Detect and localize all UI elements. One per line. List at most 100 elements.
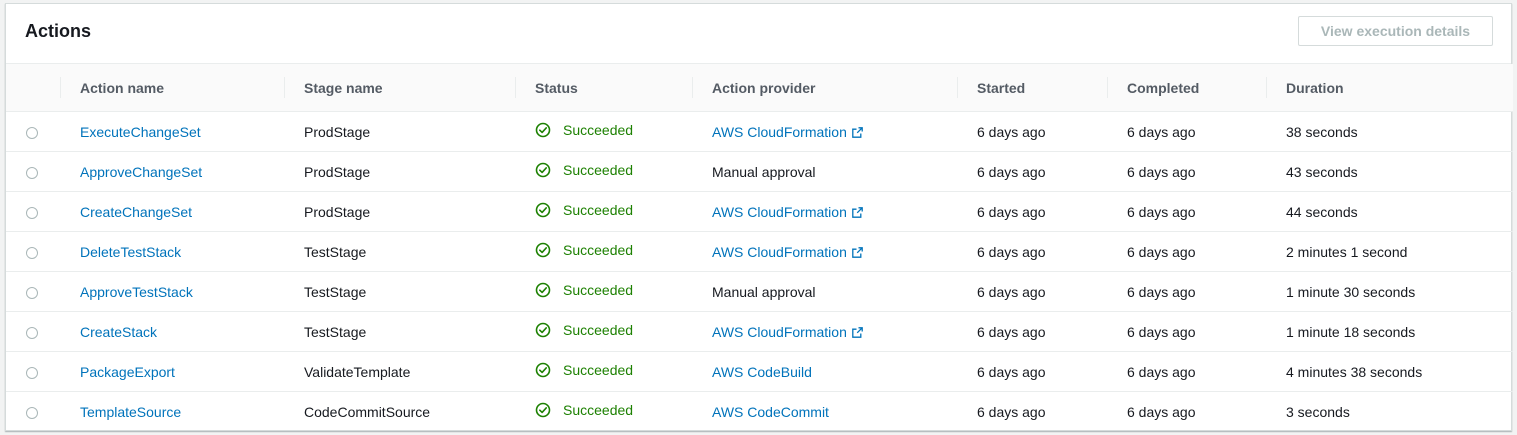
stage-name-cell: ValidateTemplate: [284, 351, 515, 392]
row-radio-button[interactable]: [25, 206, 38, 219]
row-radio-button[interactable]: [25, 406, 38, 419]
row-select-cell[interactable]: [6, 311, 60, 352]
row-radio-button[interactable]: [25, 166, 38, 179]
duration-cell: 44 seconds: [1266, 191, 1513, 232]
status-label: Succeeded: [563, 202, 634, 218]
status-label: Succeeded: [563, 122, 634, 138]
stage-name-cell: ProdStage: [284, 191, 515, 232]
status-indicator: Succeeded: [535, 322, 633, 338]
action-name-link[interactable]: ApproveChangeSet: [80, 164, 202, 180]
table-row[interactable]: ApproveChangeSet ProdStage Succeeded Manual…: [6, 151, 1513, 192]
row-select-cell[interactable]: [6, 271, 60, 312]
action-name-link[interactable]: ApproveTestStack: [80, 284, 193, 300]
row-select-cell[interactable]: [6, 191, 60, 232]
action-provider-text: Manual approval: [712, 163, 816, 180]
external-link-icon: [847, 244, 863, 260]
status-indicator: Succeeded: [535, 242, 633, 258]
check-circle-icon: [535, 242, 557, 258]
status-indicator: Succeeded: [535, 282, 633, 298]
status-cell: Succeeded: [515, 191, 692, 232]
status-label: Succeeded: [563, 242, 634, 258]
duration-cell: 43 seconds: [1266, 151, 1513, 192]
external-link-icon: [847, 204, 863, 220]
action-name-link[interactable]: CreateChangeSet: [80, 204, 192, 220]
action-provider-link[interactable]: AWS CloudFormation: [712, 244, 863, 260]
stage-name-cell: TestStage: [284, 231, 515, 272]
row-radio-button[interactable]: [25, 326, 38, 339]
stage-name-cell: CodeCommitSource: [304, 403, 431, 420]
action-provider-link[interactable]: AWS CloudFormation: [712, 124, 863, 140]
started-cell: 6 days ago: [957, 271, 1107, 312]
table-row[interactable]: CreateStack TestStage Succeeded AWS CloudFo…: [6, 311, 1513, 352]
duration-cell: 2 minutes 1 second: [1266, 231, 1513, 272]
column-header-completed[interactable]: Completed: [1107, 64, 1266, 112]
table-row[interactable]: CreateChangeSet ProdStage Succeeded AWS Clo…: [6, 191, 1513, 232]
status-label: Succeeded: [563, 282, 634, 298]
column-header-duration[interactable]: Duration: [1266, 64, 1513, 112]
duration-cell: 4 minutes 38 seconds: [1266, 351, 1513, 392]
action-provider-cell: AWS CodeBuild: [692, 351, 957, 392]
table-row[interactable]: PackageExport ValidateTemplate Succeeded AW…: [6, 351, 1513, 392]
row-radio-button[interactable]: [25, 246, 38, 259]
status-cell: Succeeded: [515, 231, 692, 272]
row-select-cell[interactable]: [6, 111, 60, 152]
action-provider-link[interactable]: AWS CloudFormation: [712, 204, 863, 220]
action-provider-label: AWS CloudFormation: [712, 243, 847, 260]
row-radio-button[interactable]: [25, 286, 38, 299]
action-provider-link[interactable]: AWS CloudFormation: [712, 324, 863, 340]
completed-cell: 6 days ago: [1107, 231, 1266, 272]
started-cell: 6 days ago: [957, 351, 1107, 392]
action-provider-link[interactable]: AWS CodeCommit: [712, 404, 829, 420]
action-provider-cell: AWS CloudFormation: [692, 231, 957, 272]
action-provider-cell: AWS CloudFormation: [692, 191, 957, 232]
action-provider-label: AWS CodeCommit: [712, 403, 829, 420]
action-provider-text: Manual approval: [712, 283, 816, 300]
row-select-cell[interactable]: [6, 392, 60, 432]
check-circle-icon: [535, 162, 557, 178]
action-provider-cell: AWS CloudFormation: [692, 111, 957, 152]
action-name-link[interactable]: PackageExport: [80, 364, 175, 380]
action-name-link[interactable]: DeleteTestStack: [80, 244, 181, 260]
status-cell: Succeeded: [515, 151, 692, 192]
duration-cell: 38 seconds: [1266, 111, 1513, 152]
column-header-action-provider[interactable]: Action provider: [692, 64, 957, 112]
column-header-stage-name[interactable]: Stage name: [284, 64, 515, 112]
actions-table: Action name Stage name Status Action pro…: [6, 64, 1513, 431]
completed-cell: 6 days ago: [1107, 311, 1266, 352]
action-name-link[interactable]: ExecuteChangeSet: [80, 124, 201, 140]
table-row[interactable]: ApproveTestStack TestStage Succeeded Manual…: [6, 271, 1513, 312]
check-circle-icon: [535, 122, 557, 138]
row-select-cell[interactable]: [6, 351, 60, 392]
row-select-cell[interactable]: [6, 151, 60, 192]
stage-name-cell: ProdStage: [284, 151, 515, 192]
completed-cell: 6 days ago: [1107, 271, 1266, 312]
column-header-started[interactable]: Started: [957, 64, 1107, 112]
column-header-status[interactable]: Status: [515, 64, 692, 112]
action-provider-label: AWS CloudFormation: [712, 203, 847, 220]
action-provider-cell: Manual approval: [692, 271, 957, 312]
action-provider-label: AWS CloudFormation: [712, 323, 847, 340]
status-indicator: Succeeded: [535, 122, 633, 138]
column-header-action-name[interactable]: Action name: [60, 64, 284, 112]
status-cell: Succeeded: [515, 271, 692, 312]
action-provider-label: AWS CodeBuild: [712, 363, 812, 380]
completed-cell: 6 days ago: [1107, 351, 1266, 392]
action-provider-link[interactable]: AWS CodeBuild: [712, 364, 812, 380]
row-radio-button[interactable]: [25, 366, 38, 379]
stage-name-cell: TestStage: [284, 271, 515, 312]
action-name-link[interactable]: CreateStack: [80, 324, 157, 340]
completed-cell: 6 days ago: [1107, 151, 1266, 192]
action-name-cell: ExecuteChangeSet: [60, 111, 284, 152]
action-name-cell: TemplateSource: [60, 392, 284, 432]
table-row[interactable]: TemplateSource CodeCommitSource Succeeded A…: [6, 392, 1513, 432]
action-provider-cell: Manual approval: [692, 151, 957, 192]
status-label: Succeeded: [563, 162, 634, 178]
action-name-link[interactable]: TemplateSource: [80, 404, 181, 420]
table-row[interactable]: DeleteTestStack TestStage Succeeded AWS Clo…: [6, 231, 1513, 272]
row-radio-button[interactable]: [25, 126, 38, 139]
action-provider-cell: AWS CodeCommit: [692, 392, 957, 432]
view-execution-details-button[interactable]: View execution details: [1298, 16, 1493, 46]
row-select-cell[interactable]: [6, 231, 60, 272]
table-row[interactable]: ExecuteChangeSet ProdStage Succeeded AWS Cl…: [6, 111, 1513, 152]
duration-cell: 1 minute 30 seconds: [1266, 271, 1513, 312]
